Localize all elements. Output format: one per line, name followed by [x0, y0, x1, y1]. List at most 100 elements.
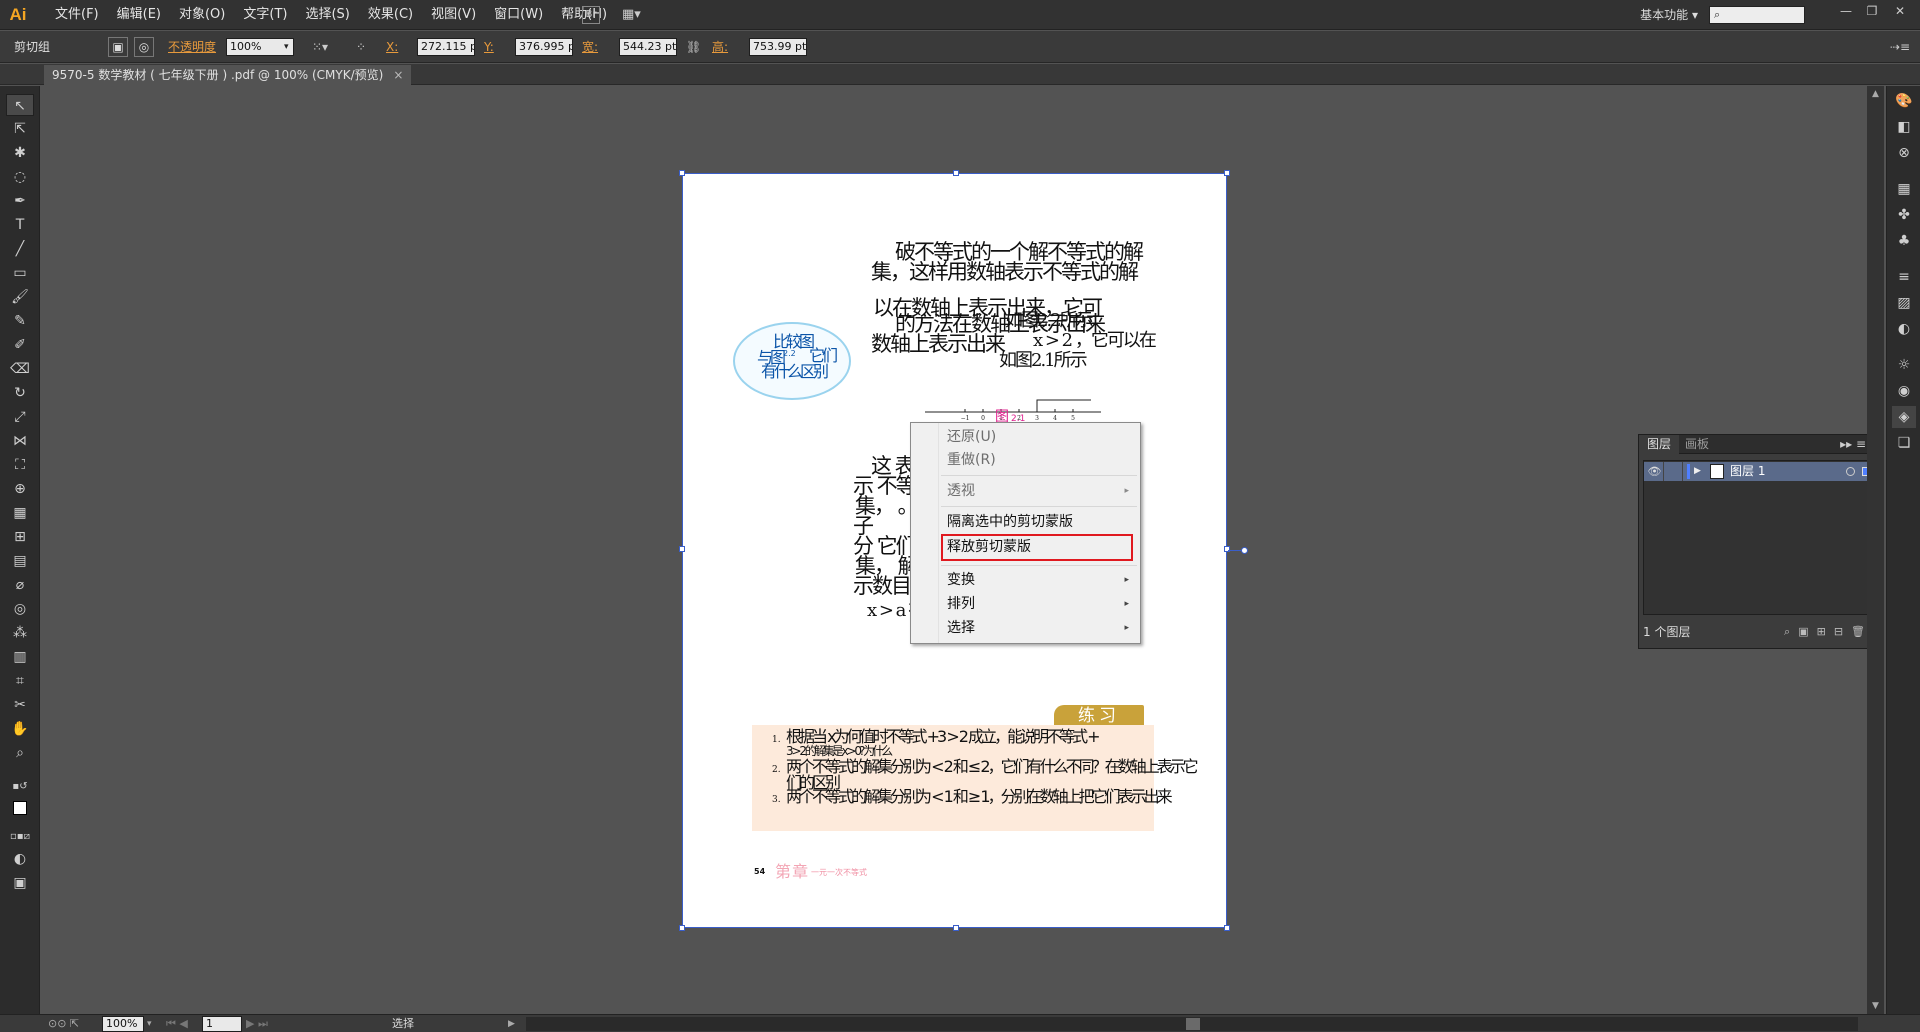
close-icon[interactable]: ✕	[1888, 2, 1912, 20]
zoom-dropdown-icon[interactable]: ▾	[147, 1015, 152, 1032]
zoom-field[interactable]: 100%	[102, 1016, 144, 1032]
type-tool-icon[interactable]: T	[6, 214, 34, 236]
menu-6[interactable]: 视图(V)	[422, 0, 485, 30]
arrange-documents-button[interactable]: ▦▾	[622, 6, 652, 24]
column-graph-tool-icon[interactable]: ▥	[6, 646, 34, 668]
width-tool-icon[interactable]: ⋈	[6, 430, 34, 452]
layer-footer-icons[interactable]: ⌕▣⊞⊟🗑	[1784, 621, 1873, 643]
height-field[interactable]: 753.99 pt	[749, 38, 807, 56]
visibility-eye-icon[interactable]: 👁	[1646, 462, 1664, 481]
bounding-box-handle[interactable]	[1224, 170, 1230, 176]
vertical-scrollbar[interactable]: ▲ ▼	[1867, 86, 1884, 1014]
artboard-tool-icon[interactable]: ⌗	[6, 670, 34, 692]
menu-3[interactable]: 文字(T)	[234, 0, 296, 30]
lasso-tool-icon[interactable]: ◌	[6, 166, 34, 188]
transparency-icon[interactable]: ◐	[1892, 318, 1916, 340]
bounding-box-handle[interactable]	[679, 170, 685, 176]
bounding-box-center-point[interactable]	[1241, 547, 1248, 554]
slice-tool-icon[interactable]: ✂	[6, 694, 34, 716]
brushes-icon[interactable]: ▦	[1892, 178, 1916, 200]
rotate-tool-icon[interactable]: ↻	[6, 382, 34, 404]
menu-7[interactable]: 窗口(W)	[485, 0, 552, 30]
link-proportions-icon[interactable]: ⛓	[686, 38, 701, 56]
hand-tool-icon[interactable]: ✋	[6, 718, 34, 740]
expand-triangle-icon[interactable]: ▶	[1694, 462, 1701, 481]
bounding-box-handle[interactable]	[679, 925, 685, 931]
horizontal-scrollbar[interactable]	[526, 1017, 1858, 1031]
menu-item-undo[interactable]: 还原(U)	[941, 426, 1137, 448]
menu-item-select[interactable]: 选择 ▸	[941, 617, 1137, 639]
free-transform-tool-icon[interactable]: ⛶	[6, 454, 34, 476]
gradient-tool-icon[interactable]: ▤	[6, 550, 34, 572]
fill-stroke-icon[interactable]	[6, 798, 34, 820]
scroll-up-icon[interactable]: ▲	[1867, 86, 1884, 102]
document-tab[interactable]: 9570-5 数学教材 ( 七年级下册 ) .pdf @ 100% (CMYK/…	[44, 65, 412, 85]
zoom-tool-icon[interactable]: ⌕	[6, 742, 34, 764]
menu-2[interactable]: 对象(O)	[170, 0, 234, 30]
edit-clipping-path-icon[interactable]: ▣	[108, 37, 128, 57]
menu-5[interactable]: 效果(C)	[359, 0, 422, 30]
help-search-input[interactable]: ⌕	[1709, 6, 1805, 24]
blend-tool-icon[interactable]: ◎	[6, 598, 34, 620]
width-field[interactable]: 544.23 pt	[619, 38, 677, 56]
shape-builder-tool-icon[interactable]: ⊕	[6, 478, 34, 500]
control-panel-menu-icon[interactable]: ⇢≡	[1890, 38, 1910, 56]
menu-4[interactable]: 选择(S)	[296, 0, 358, 30]
menu-1[interactable]: 编辑(E)	[108, 0, 170, 30]
bounding-box-handle[interactable]	[1224, 546, 1230, 552]
minimize-icon[interactable]: —	[1834, 2, 1858, 20]
close-tab-icon[interactable]: ×	[393, 68, 403, 82]
target-circle-icon[interactable]	[1846, 467, 1855, 476]
status-icons[interactable]: ⊙⊙ ⇱	[48, 1015, 79, 1032]
rectangle-tool-icon[interactable]: ▭	[6, 262, 34, 284]
layers-panel-icon[interactable]: ◈	[1892, 406, 1916, 428]
eraser-tool-icon[interactable]: ⌫	[6, 358, 34, 380]
perspective-grid-tool-icon[interactable]: ▦	[6, 502, 34, 524]
scroll-down-icon[interactable]: ▼	[1867, 998, 1884, 1014]
artboard-number-field[interactable]: 1	[202, 1016, 242, 1032]
tab-artboards[interactable]: 画板	[1677, 435, 1717, 454]
appearance-icon[interactable]: ☼	[1892, 354, 1916, 376]
menu-item-perspective[interactable]: 透视 ▸	[941, 480, 1137, 502]
direct-selection-tool-icon[interactable]: ⇱	[6, 118, 34, 140]
graphic-styles-panel-icon[interactable]: ◉	[1892, 380, 1916, 402]
default-colors-icon[interactable]: ▪↺	[6, 776, 34, 798]
graphic-styles-icon[interactable]: ♣	[1892, 230, 1916, 252]
selection-tool-icon[interactable]: ↖	[6, 94, 34, 116]
bridge-button[interactable]: Br	[582, 6, 600, 24]
stroke-icon[interactable]: ≡	[1892, 266, 1916, 288]
pencil-tool-icon[interactable]: ✎	[6, 310, 34, 332]
menu-item-redo[interactable]: 重做(R)	[941, 449, 1137, 471]
gradient-panel-icon[interactable]: ▨	[1892, 292, 1916, 314]
first-artboard-icon[interactable]: ⏮ ◀	[166, 1015, 188, 1032]
symbols-icon[interactable]: ✤	[1892, 204, 1916, 226]
next-artboard-icon[interactable]: ▶ ⏭	[246, 1015, 268, 1032]
blob-brush-tool-icon[interactable]: ✐	[6, 334, 34, 356]
status-menu-arrow-icon[interactable]: ▶	[508, 1015, 515, 1032]
color-guide-icon[interactable]: ◧	[1892, 116, 1916, 138]
restore-icon[interactable]: ❐	[1860, 2, 1884, 20]
align-icon[interactable]: ⁙▾	[312, 38, 328, 56]
reference-point-icon[interactable]: ⁘	[356, 38, 366, 56]
edit-contents-icon[interactable]: ◎	[134, 37, 154, 57]
y-field[interactable]: 376.995 p	[515, 38, 573, 56]
x-field[interactable]: 272.115 p	[417, 38, 475, 56]
lock-toggle[interactable]	[1665, 462, 1683, 481]
opacity-label[interactable]: 不透明度	[168, 38, 216, 56]
symbol-sprayer-tool-icon[interactable]: ⁂	[6, 622, 34, 644]
color-panel-icon[interactable]: 🎨	[1892, 90, 1916, 112]
color-mode-icon[interactable]: ▫▪⧄	[6, 826, 34, 848]
menu-item-arrange[interactable]: 排列 ▸	[941, 593, 1137, 615]
menu-item-isolate-clipping-mask[interactable]: 隔离选中的剪切蒙版	[941, 511, 1137, 533]
magic-wand-tool-icon[interactable]: ✱	[6, 142, 34, 164]
workspace-switcher[interactable]: 基本功能 ▾	[1640, 6, 1698, 24]
scale-tool-icon[interactable]: ⤢	[6, 406, 34, 428]
line-tool-icon[interactable]: ╱	[6, 238, 34, 260]
mesh-tool-icon[interactable]: ⊞	[6, 526, 34, 548]
bounding-box-handle[interactable]	[1224, 925, 1230, 931]
tab-layers[interactable]: 图层	[1639, 435, 1680, 454]
bounding-box-handle[interactable]	[953, 170, 959, 176]
eyedropper-tool-icon[interactable]: ⌀	[6, 574, 34, 596]
swatches-icon[interactable]: ⊗	[1892, 142, 1916, 164]
menu-item-transform[interactable]: 变换 ▸	[941, 569, 1137, 591]
